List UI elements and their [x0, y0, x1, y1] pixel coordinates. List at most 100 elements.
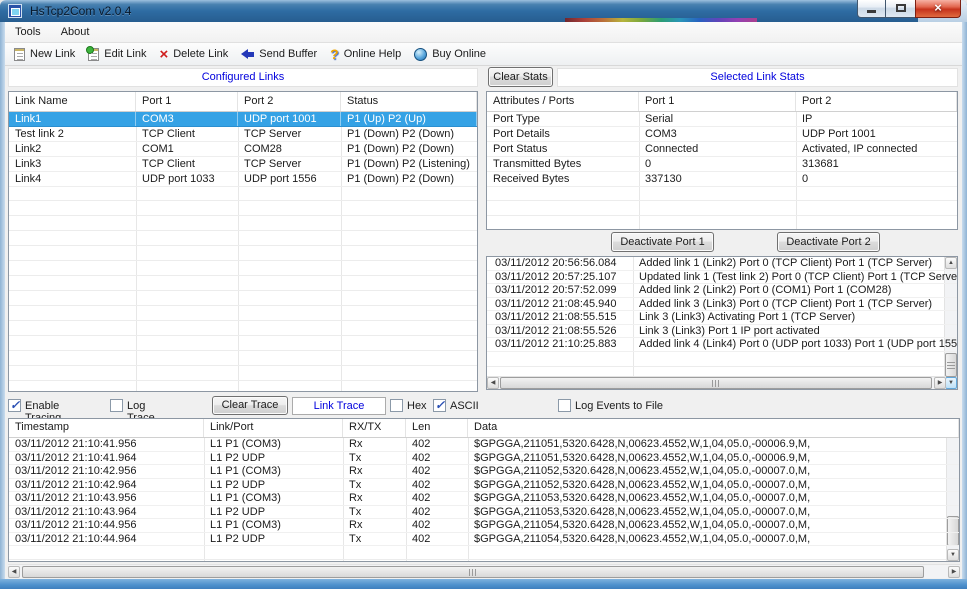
minimize-icon [867, 10, 876, 13]
close-button[interactable]: × [915, 0, 961, 18]
trace-row[interactable]: 03/11/2012 21:10:43.964 L1 P2 UDP Tx 402… [9, 506, 959, 520]
scroll-left-icon: ◀ [9, 567, 19, 577]
maximize-button[interactable] [886, 0, 915, 18]
check-icon: ✓ [10, 398, 20, 412]
send-buffer-button[interactable]: Send Buffer [236, 44, 325, 64]
bottom-hscroll-thumb[interactable] [22, 566, 924, 578]
toolbar: New Link Edit Link × Delete Link Send Bu… [5, 43, 962, 66]
column-header-data[interactable]: Data [468, 419, 959, 437]
title-bar[interactable]: HsTcp2Com v2.0.4 × [0, 0, 967, 22]
stats-row[interactable]: Received Bytes 337130 0 [487, 172, 957, 187]
column-header-timestamp[interactable]: Timestamp [9, 419, 204, 437]
link-row-selected[interactable]: Link1 COM3 UDP port 1001 P1 (Up) P2 (Up) [9, 112, 477, 127]
cell-rxtx: Rx [343, 438, 406, 451]
menu-tools[interactable]: Tools [5, 23, 51, 41]
log-events-to-file-checkbox[interactable] [558, 399, 571, 412]
link-row[interactable]: Link4 UDP port 1033 UDP port 1556 P1 (Do… [9, 172, 477, 187]
buy-online-button[interactable]: Buy Online [409, 44, 494, 64]
clear-trace-button[interactable]: Clear Trace [212, 396, 288, 415]
column-header-port1[interactable]: Port 1 [136, 92, 238, 111]
trace-row[interactable]: 03/11/2012 21:10:44.956 L1 P1 (COM3) Rx … [9, 519, 959, 533]
window-title: HsTcp2Com v2.0.4 [30, 4, 131, 18]
send-buffer-icon [241, 49, 254, 60]
cell-port2: 0 [796, 172, 957, 186]
event-log-horizontal-scrollbar[interactable]: ◀ ▶ [487, 376, 946, 389]
scroll-right-button[interactable]: ▶ [948, 566, 960, 578]
bottom-horizontal-scrollbar[interactable]: ◀ ▶ [8, 564, 960, 578]
link-stats-table: Attributes / Ports Port 1 Port 2 Port Ty… [486, 91, 958, 230]
hex-checkbox[interactable] [390, 399, 403, 412]
event-row[interactable]: 03/11/2012 21:10:25.883 Added link 4 (Li… [487, 338, 957, 352]
window-frame-bottom [0, 579, 967, 589]
trace-row[interactable]: 03/11/2012 21:10:44.964 L1 P2 UDP Tx 402… [9, 533, 959, 547]
cell-event-time: 03/11/2012 20:57:25.107 [487, 271, 633, 284]
event-log-hscroll-thumb[interactable] [500, 377, 932, 389]
cell-attribute: Transmitted Bytes [487, 157, 639, 171]
link-row[interactable]: Link2 COM1 COM28 P1 (Down) P2 (Down) [9, 142, 477, 157]
minimize-button[interactable] [857, 0, 886, 18]
hex-label: Hex [407, 400, 427, 412]
window-frame-left [0, 0, 5, 589]
online-help-button[interactable]: ? Online Help [325, 44, 409, 64]
stats-row[interactable]: Port Type Serial IP [487, 112, 957, 127]
column-header-status[interactable]: Status [341, 92, 477, 111]
ascii-checkbox[interactable]: ✓ [433, 399, 446, 412]
deactivate-port1-button[interactable]: Deactivate Port 1 [611, 232, 714, 252]
cell-status: P1 (Down) P2 (Down) [341, 127, 477, 141]
delete-link-button[interactable]: × Delete Link [154, 44, 236, 64]
scroll-left-button[interactable]: ◀ [487, 377, 499, 389]
event-row[interactable]: 03/11/2012 20:57:25.107 Updated link 1 (… [487, 271, 957, 285]
edit-link-icon [88, 48, 99, 61]
menu-about[interactable]: About [51, 23, 100, 41]
trace-row[interactable]: 03/11/2012 21:10:41.964 L1 P2 UDP Tx 402… [9, 452, 959, 466]
cell-len: 402 [406, 492, 468, 505]
link-row[interactable]: Test link 2 TCP Client TCP Server P1 (Do… [9, 127, 477, 142]
new-link-button[interactable]: New Link [9, 44, 83, 64]
stats-row[interactable]: Port Status Connected Activated, IP conn… [487, 142, 957, 157]
cell-rxtx: Rx [343, 492, 406, 505]
event-row[interactable]: 03/11/2012 20:57:52.099 Added link 2 (Li… [487, 284, 957, 298]
event-row[interactable]: 03/11/2012 21:08:55.515 Link 3 (Link3) A… [487, 311, 957, 325]
scroll-left-button[interactable]: ◀ [8, 566, 20, 578]
column-header-link-name[interactable]: Link Name [9, 92, 136, 111]
trace-row[interactable]: 03/11/2012 21:10:43.956 L1 P1 (COM3) Rx … [9, 492, 959, 506]
trace-row[interactable]: 03/11/2012 21:10:42.956 L1 P1 (COM3) Rx … [9, 465, 959, 479]
app-window: HsTcp2Com v2.0.4 × Tools About New Link … [0, 0, 967, 589]
scroll-right-button[interactable]: ▶ [934, 377, 946, 389]
scroll-down-button[interactable]: ▼ [945, 377, 957, 389]
scroll-down-button[interactable]: ▼ [947, 549, 959, 561]
thumb-grip-icon [947, 361, 955, 369]
column-header-port2[interactable]: Port 2 [796, 92, 957, 111]
cell-status: P1 (Down) P2 (Down) [341, 142, 477, 156]
log-trace-to-file-checkbox[interactable] [110, 399, 123, 412]
stats-row[interactable]: Transmitted Bytes 0 313681 [487, 157, 957, 172]
link-row[interactable]: Link3 TCP Client TCP Server P1 (Down) P2… [9, 157, 477, 172]
event-row[interactable]: 03/11/2012 21:08:55.526 Link 3 (Link3) P… [487, 325, 957, 339]
deactivate-port2-button[interactable]: Deactivate Port 2 [777, 232, 880, 252]
cell-data: $GPGGA,211051,5320.6428,N,00623.4552,W,1… [468, 452, 959, 465]
cell-port1: COM3 [639, 127, 796, 141]
cell-port1: UDP port 1033 [136, 172, 238, 186]
column-header-rxtx[interactable]: RX/TX [343, 419, 406, 437]
column-header-attributes[interactable]: Attributes / Ports [487, 92, 639, 111]
cell-data: $GPGGA,211052,5320.6428,N,00623.4552,W,1… [468, 479, 959, 492]
cell-event-message: Added link 1 (Link2) Port 0 (TCP Client)… [633, 257, 957, 270]
column-header-linkport[interactable]: Link/Port [204, 419, 343, 437]
app-icon[interactable] [8, 4, 22, 18]
trace-row[interactable]: 03/11/2012 21:10:41.956 L1 P1 (COM3) Rx … [9, 438, 959, 452]
event-log-scroll-thumb[interactable] [945, 353, 957, 377]
column-header-port1[interactable]: Port 1 [639, 92, 796, 111]
event-row[interactable]: 03/11/2012 20:56:56.084 Added link 1 (Li… [487, 257, 957, 271]
cell-event-message: Updated link 1 (Test link 2) Port 0 (TCP… [633, 271, 957, 284]
event-row[interactable]: 03/11/2012 21:08:45.940 Added link 3 (Li… [487, 298, 957, 312]
trace-row[interactable]: 03/11/2012 21:10:42.964 L1 P2 UDP Tx 402… [9, 479, 959, 493]
cell-timestamp: 03/11/2012 21:10:42.964 [9, 479, 204, 492]
edit-link-button[interactable]: Edit Link [83, 44, 154, 64]
column-header-len[interactable]: Len [406, 419, 468, 437]
enable-tracing-checkbox[interactable]: ✓ [8, 399, 21, 412]
column-header-port2[interactable]: Port 2 [238, 92, 341, 111]
clear-stats-button[interactable]: Clear Stats [488, 67, 553, 87]
stats-row[interactable]: Port Details COM3 UDP Port 1001 [487, 127, 957, 142]
desktop-color-artifact [565, 18, 757, 22]
cell-port2: COM28 [238, 142, 341, 156]
